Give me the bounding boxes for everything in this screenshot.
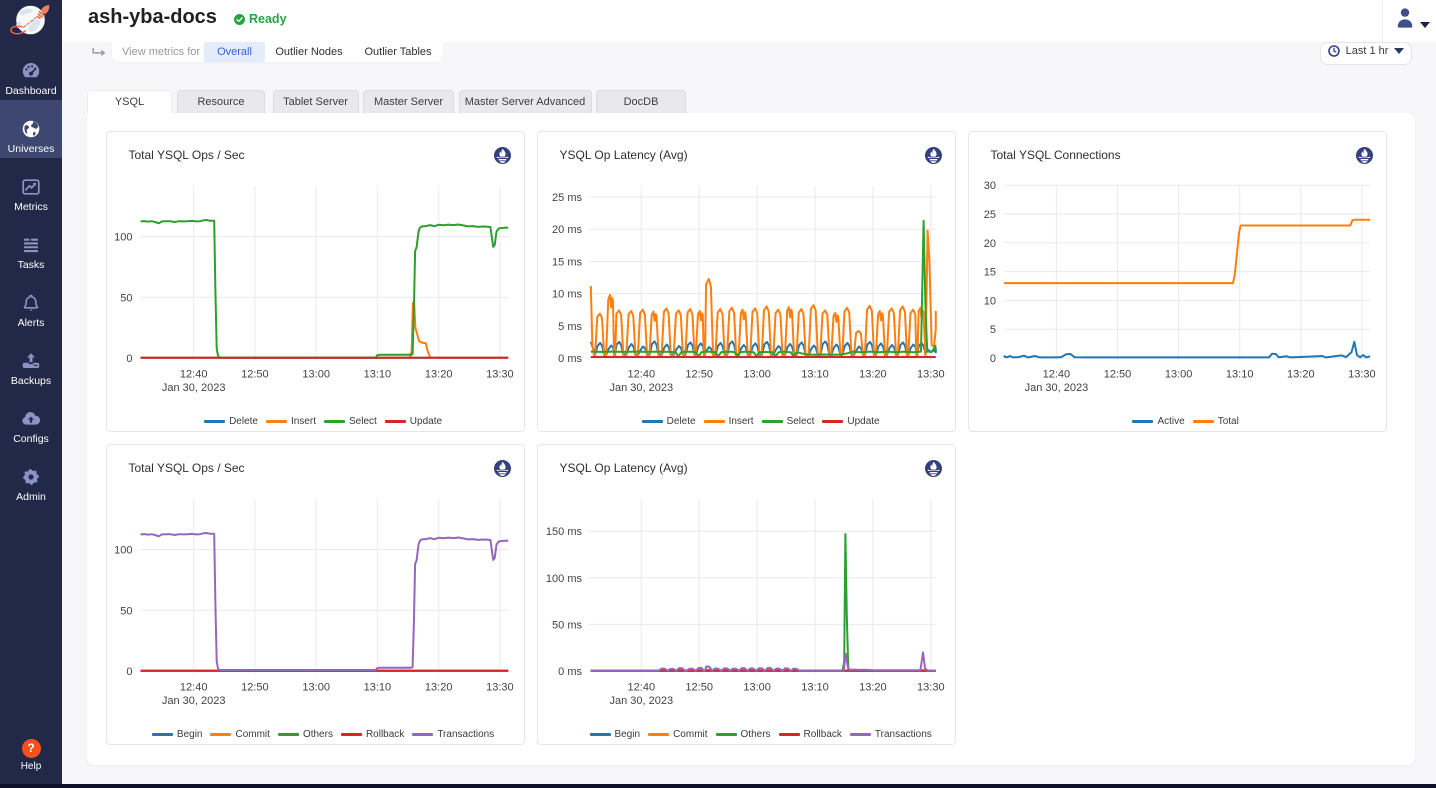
svg-text:50: 50 [120, 605, 132, 617]
svg-text:13:20: 13:20 [859, 369, 887, 381]
svg-text:0: 0 [126, 353, 132, 365]
svg-text:12:40: 12:40 [179, 682, 207, 694]
svg-text:12:40: 12:40 [627, 682, 655, 694]
svg-text:12:50: 12:50 [685, 369, 713, 381]
svg-text:Jan 30, 2023: Jan 30, 2023 [1024, 382, 1088, 394]
svg-text:13:30: 13:30 [917, 682, 945, 694]
svg-text:12:40: 12:40 [627, 369, 655, 381]
svg-text:12:50: 12:50 [241, 682, 269, 694]
svg-text:Jan 30, 2023: Jan 30, 2023 [609, 695, 673, 707]
svg-text:25 ms: 25 ms [552, 192, 582, 204]
svg-text:13:10: 13:10 [363, 682, 391, 694]
svg-text:13:20: 13:20 [1287, 369, 1315, 381]
svg-text:5: 5 [989, 324, 995, 336]
svg-text:13:00: 13:00 [1164, 369, 1192, 381]
svg-text:12:40: 12:40 [179, 369, 207, 381]
svg-text:20: 20 [983, 238, 995, 250]
svg-text:13:00: 13:00 [302, 369, 330, 381]
svg-text:50 ms: 50 ms [552, 619, 582, 631]
svg-text:13:00: 13:00 [743, 369, 771, 381]
svg-text:150 ms: 150 ms [545, 526, 582, 538]
svg-text:13:20: 13:20 [424, 682, 452, 694]
svg-text:13:00: 13:00 [743, 682, 771, 694]
svg-text:10: 10 [983, 295, 995, 307]
svg-text:12:50: 12:50 [1103, 369, 1131, 381]
svg-text:10 ms: 10 ms [552, 289, 582, 301]
svg-text:Jan 30, 2023: Jan 30, 2023 [161, 382, 225, 394]
svg-text:100: 100 [114, 545, 132, 557]
svg-text:12:50: 12:50 [241, 369, 269, 381]
svg-text:13:10: 13:10 [801, 369, 829, 381]
svg-text:13:20: 13:20 [859, 682, 887, 694]
svg-text:13:20: 13:20 [424, 369, 452, 381]
svg-text:13:10: 13:10 [1225, 369, 1253, 381]
svg-text:13:30: 13:30 [486, 369, 514, 381]
svg-text:5 ms: 5 ms [558, 321, 582, 333]
svg-text:20 ms: 20 ms [552, 224, 582, 236]
svg-text:15: 15 [983, 267, 995, 279]
svg-text:100: 100 [114, 232, 132, 244]
svg-text:13:10: 13:10 [801, 682, 829, 694]
svg-text:12:50: 12:50 [685, 682, 713, 694]
svg-text:0: 0 [989, 353, 995, 365]
svg-text:25: 25 [983, 209, 995, 221]
svg-text:100 ms: 100 ms [545, 573, 582, 585]
svg-text:13:30: 13:30 [486, 682, 514, 694]
svg-text:30: 30 [983, 180, 995, 192]
svg-text:0 ms: 0 ms [558, 666, 582, 678]
svg-text:12:40: 12:40 [1042, 369, 1070, 381]
svg-text:0 ms: 0 ms [558, 353, 582, 365]
svg-text:0: 0 [126, 666, 132, 678]
svg-text:13:00: 13:00 [302, 682, 330, 694]
svg-text:13:10: 13:10 [363, 369, 391, 381]
svg-text:13:30: 13:30 [917, 369, 945, 381]
svg-text:50: 50 [120, 292, 132, 304]
svg-text:Jan 30, 2023: Jan 30, 2023 [161, 695, 225, 707]
svg-text:15 ms: 15 ms [552, 256, 582, 268]
svg-text:13:30: 13:30 [1348, 369, 1376, 381]
svg-text:Jan 30, 2023: Jan 30, 2023 [609, 382, 673, 394]
